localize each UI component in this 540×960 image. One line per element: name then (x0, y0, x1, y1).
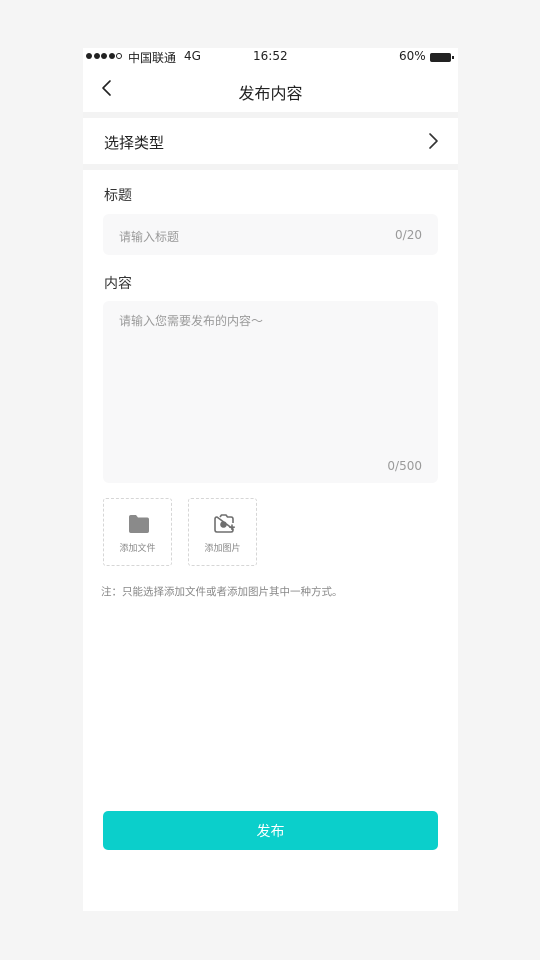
title-input[interactable]: 请输入标题 0/20 (103, 214, 438, 255)
carrier-name: 中国联通 (128, 51, 177, 65)
network-type: 4G (184, 49, 201, 63)
add-file-label: 添加文件 (119, 544, 156, 554)
status-bar: 中国联通 4G 16:52 60% (83, 48, 458, 66)
camera-add-icon (214, 514, 235, 533)
content-placeholder: 请输入您需要发布的内容～ (119, 314, 264, 328)
divider (83, 164, 458, 170)
signal-strength-icon (86, 53, 122, 59)
title-label: 标题 (104, 188, 132, 204)
content-char-counter: 0/500 (387, 459, 422, 473)
page-title: 发布内容 (238, 84, 303, 103)
select-type-label: 选择类型 (104, 134, 165, 152)
select-type-row[interactable]: 选择类型 (83, 118, 458, 164)
publish-button[interactable]: 发布 (103, 811, 438, 850)
nav-bar: 发布内容 (83, 66, 458, 113)
battery-icon (430, 53, 454, 62)
status-time: 16:52 (253, 49, 288, 63)
content-label: 内容 (104, 276, 132, 292)
title-placeholder: 请输入标题 (119, 230, 180, 244)
add-image-button[interactable]: 添加图片 (188, 498, 257, 566)
folder-icon (129, 515, 149, 533)
add-file-button[interactable]: 添加文件 (103, 498, 172, 566)
content-textarea[interactable]: 请输入您需要发布的内容～ 0/500 (103, 301, 438, 483)
title-char-counter: 0/20 (395, 228, 422, 242)
phone-screen: 中国联通 4G 16:52 60% 发布内容 选择类型 标题 请输入标题 0/2… (83, 48, 458, 911)
add-image-label: 添加图片 (204, 544, 241, 554)
chevron-right-icon (429, 133, 438, 149)
battery-percentage: 60% (399, 49, 426, 63)
attachment-note: 注：只能选择添加文件或者添加图片其中一种方式。 (101, 586, 343, 598)
